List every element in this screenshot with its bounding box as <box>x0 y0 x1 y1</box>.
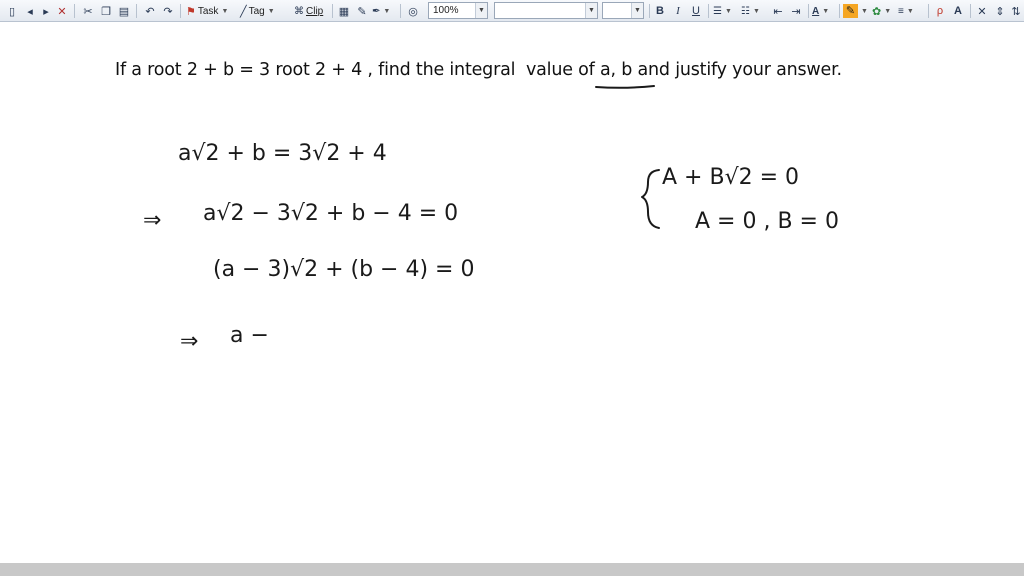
implies-arrow-icon: ⇒ <box>143 208 161 233</box>
handwritten-line-3: (a − 3)√2 + (b − 4) = 0 <box>213 257 474 282</box>
horizontal-scrollbar[interactable] <box>0 563 1024 576</box>
handwritten-line-1: a√2 + b = 3√2 + 4 <box>178 141 387 166</box>
underline-stroke <box>595 85 655 89</box>
implies-arrow-icon: ⇒ <box>180 329 198 354</box>
handwriting-layer: a√2 + b = 3√2 + 4 ⇒ a√2 − 3√2 + b − 4 = … <box>143 85 839 354</box>
handwritten-line-2: a√2 − 3√2 + b − 4 = 0 <box>203 201 458 226</box>
handwritten-line-4: a − <box>230 323 269 348</box>
curly-brace <box>641 169 660 229</box>
handwritten-side-line-1: A + B√2 = 0 <box>662 165 799 190</box>
handwritten-side-line-2: A = 0 , B = 0 <box>695 209 839 234</box>
